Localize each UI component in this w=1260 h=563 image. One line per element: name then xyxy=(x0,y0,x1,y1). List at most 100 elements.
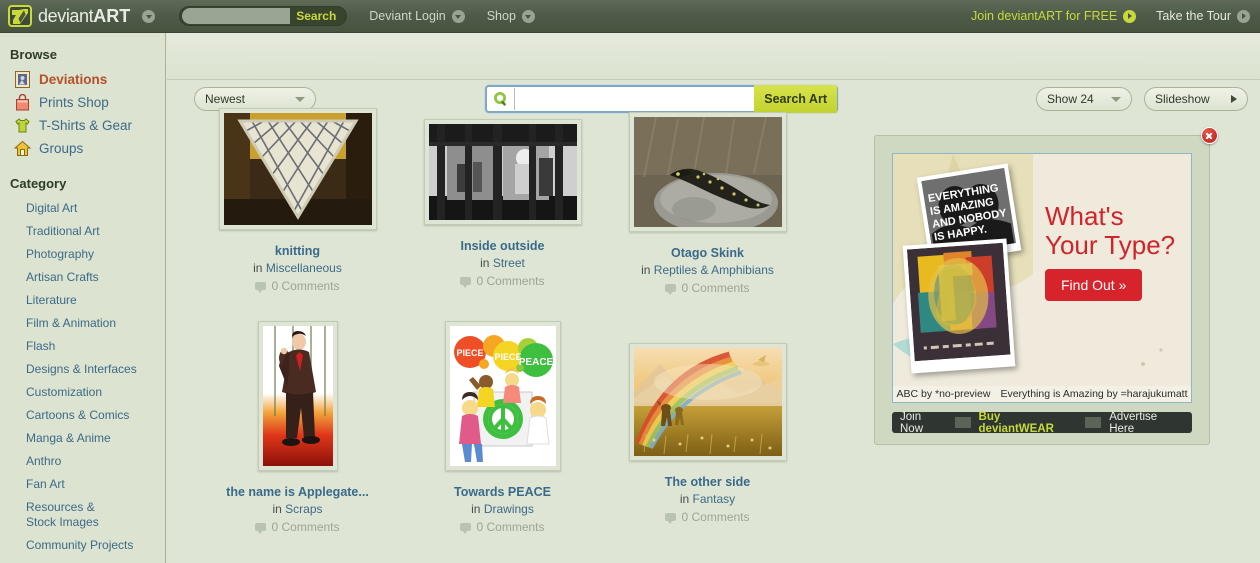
deviation-comments[interactable]: 0 Comments xyxy=(255,520,340,534)
sidebar-category-artisan-crafts[interactable]: Artisan Crafts xyxy=(0,266,165,289)
arrow-right-circle-icon xyxy=(1237,9,1250,23)
divider xyxy=(954,417,971,428)
slideshow-button[interactable]: Slideshow xyxy=(1144,87,1248,111)
ad-join-now-link[interactable]: Join Now xyxy=(892,411,955,435)
sidebar-category-flash[interactable]: Flash xyxy=(0,335,165,358)
chevron-down-circle-icon[interactable] xyxy=(451,9,465,23)
deviation-card-towards-peace[interactable]: PIECE PIECE PEACE Towards PEACE in Drawi… xyxy=(400,321,605,534)
deviation-comments[interactable]: 0 Comments xyxy=(460,274,545,288)
slideshow-label: Slideshow xyxy=(1155,92,1210,106)
sidebar-category-cartoons-and-comics[interactable]: Cartoons & Comics xyxy=(0,404,165,427)
deviation-comments-label: 0 Comments xyxy=(476,274,545,288)
chevron-down-circle-icon[interactable] xyxy=(521,9,535,23)
deviation-title[interactable]: Otago Skink xyxy=(671,246,744,260)
deviation-category-line: in Street xyxy=(480,256,525,270)
deviation-grid: knitting in Miscellaneous 0 Comments Ins… xyxy=(167,80,867,563)
deviation-comments[interactable]: 0 Comments xyxy=(460,520,545,534)
ad-advertise-here-link[interactable]: Advertise Here xyxy=(1101,411,1192,435)
logo-word-light: deviant xyxy=(38,5,94,26)
thumbnail-image-the-other-side[interactable] xyxy=(633,348,782,456)
deviation-comments[interactable]: 0 Comments xyxy=(255,279,340,293)
deviation-title[interactable]: The other side xyxy=(665,475,750,489)
ad-credit-left: ABC by *no-preview xyxy=(896,388,991,400)
deviation-category[interactable]: Reptiles & Amphibians xyxy=(654,263,774,277)
topnav-deviant-login[interactable]: Deviant Login xyxy=(369,9,465,23)
ad-headline-line2: Your Type? xyxy=(1045,230,1176,260)
poster-abc-type xyxy=(902,238,1016,374)
deviation-category-line: in Fantasy xyxy=(680,492,735,506)
sidebar-item-prints-shop[interactable]: Prints Shop xyxy=(0,91,165,114)
logo-chevron-down-circle-icon[interactable] xyxy=(142,9,156,23)
sidebar-category-literature[interactable]: Literature xyxy=(0,289,165,312)
global-search-button[interactable]: Search xyxy=(290,9,342,23)
deviation-card-knitting[interactable]: knitting in Miscellaneous 0 Comments xyxy=(195,108,400,295)
logo-word-bold: ART xyxy=(93,5,131,26)
comment-bubble-icon xyxy=(255,523,267,534)
global-search-input[interactable] xyxy=(182,8,291,24)
thumbnail-frame[interactable] xyxy=(257,321,338,471)
deviation-category[interactable]: Fantasy xyxy=(693,492,736,506)
svg-text:PIECE: PIECE xyxy=(494,352,521,362)
thumbnail-frame[interactable] xyxy=(628,343,787,461)
thumbnail-image-applegate[interactable] xyxy=(262,326,333,466)
deviation-title[interactable]: knitting xyxy=(275,244,320,258)
sidebar-category-anthro[interactable]: Anthro xyxy=(0,450,165,473)
deviation-card-the-name-is-applegate[interactable]: the name is Applegate... in Scraps 0 Com… xyxy=(195,321,400,534)
sidebar-category-contests[interactable]: Contests xyxy=(0,557,165,563)
arrow-right-circle-icon xyxy=(1123,9,1137,23)
sidebar-item-groups[interactable]: Groups xyxy=(0,137,165,160)
comment-bubble-icon xyxy=(460,277,472,288)
sidebar-category-manga-and-anime[interactable]: Manga & Anime xyxy=(0,427,165,450)
thumbnail-frame[interactable] xyxy=(423,119,582,225)
deviation-category[interactable]: Street xyxy=(493,256,525,270)
sidebar-category-designs-and-interfaces[interactable]: Designs & Interfaces xyxy=(0,358,165,381)
deviation-title[interactable]: the name is Applegate... xyxy=(226,485,369,499)
thumbnail-frame[interactable] xyxy=(628,112,787,232)
ad-creative[interactable]: EVERYTHING IS AMAZING AND NOBODY IS HAPP… xyxy=(892,153,1192,403)
deviation-grid-row: the name is Applegate... in Scraps 0 Com… xyxy=(195,321,867,534)
sidebar-category-film-and-animation[interactable]: Film & Animation xyxy=(0,312,165,335)
thumbnail-image-towards-peace[interactable]: PIECE PIECE PEACE xyxy=(449,326,556,466)
deviation-title[interactable]: Towards PEACE xyxy=(454,485,551,499)
topnav-shop[interactable]: Shop xyxy=(487,9,535,23)
in-word: in xyxy=(253,261,263,275)
sidebar-item-tshirts-and-gear[interactable]: T-Shirts & Gear xyxy=(0,114,165,137)
play-triangle-icon xyxy=(1231,95,1237,103)
show-count-label: Show 24 xyxy=(1047,92,1094,106)
thumbnail-image-inside-outside[interactable] xyxy=(428,124,577,220)
deviation-category[interactable]: Drawings xyxy=(484,502,534,516)
deviation-comments[interactable]: 0 Comments xyxy=(665,510,750,524)
thumbnail-frame[interactable] xyxy=(218,108,377,230)
join-deviantart-link[interactable]: Join deviantART for FREE xyxy=(971,9,1137,23)
deviation-card-otago-skink[interactable]: Otago Skink in Reptiles & Amphibians 0 C… xyxy=(605,108,810,295)
deviation-title[interactable]: Inside outside xyxy=(460,239,544,253)
deviation-category[interactable]: Miscellaneous xyxy=(266,261,342,275)
deviation-category-line: in Miscellaneous xyxy=(253,261,342,275)
sidebar-category-fan-art[interactable]: Fan Art xyxy=(0,473,165,496)
sidebar-category-traditional-art[interactable]: Traditional Art xyxy=(0,220,165,243)
take-the-tour-link[interactable]: Take the Tour xyxy=(1156,9,1250,23)
sidebar-item-deviations[interactable]: Deviations xyxy=(0,68,165,91)
close-circle-icon[interactable] xyxy=(1201,127,1218,144)
thumbnail-image-otago-skink[interactable] xyxy=(633,117,782,227)
thumbnail-frame[interactable]: PIECE PIECE PEACE xyxy=(444,321,561,471)
deviation-comments-label: 0 Comments xyxy=(681,281,750,295)
site-logo[interactable]: deviantART xyxy=(8,5,130,27)
deviation-category[interactable]: Scraps xyxy=(285,502,322,516)
sidebar-category-resources-and-stock-images[interactable]: Resources & Stock Images xyxy=(0,496,118,534)
svg-text:PEACE: PEACE xyxy=(518,357,553,368)
deviation-comments[interactable]: 0 Comments xyxy=(665,281,750,295)
ad-buy-deviantwear-link[interactable]: Buy deviantWEAR xyxy=(971,411,1086,435)
deviation-card-the-other-side[interactable]: The other side in Fantasy 0 Comments xyxy=(605,321,810,534)
ad-find-out-button[interactable]: Find Out » xyxy=(1045,269,1143,301)
sidebar-category-digital-art[interactable]: Digital Art xyxy=(0,197,165,220)
sidebar-category-customization[interactable]: Customization xyxy=(0,381,165,404)
house-icon xyxy=(13,140,32,157)
in-word: in xyxy=(480,256,490,270)
sidebar-category-photography[interactable]: Photography xyxy=(0,243,165,266)
thumbnail-image-knitting[interactable] xyxy=(223,113,372,225)
deviation-card-inside-outside[interactable]: Inside outside in Street 0 Comments xyxy=(400,108,605,295)
global-search-box[interactable]: Search xyxy=(179,6,348,26)
show-count-dropdown[interactable]: Show 24 xyxy=(1036,87,1132,111)
sidebar-category-community-projects[interactable]: Community Projects xyxy=(0,534,165,557)
